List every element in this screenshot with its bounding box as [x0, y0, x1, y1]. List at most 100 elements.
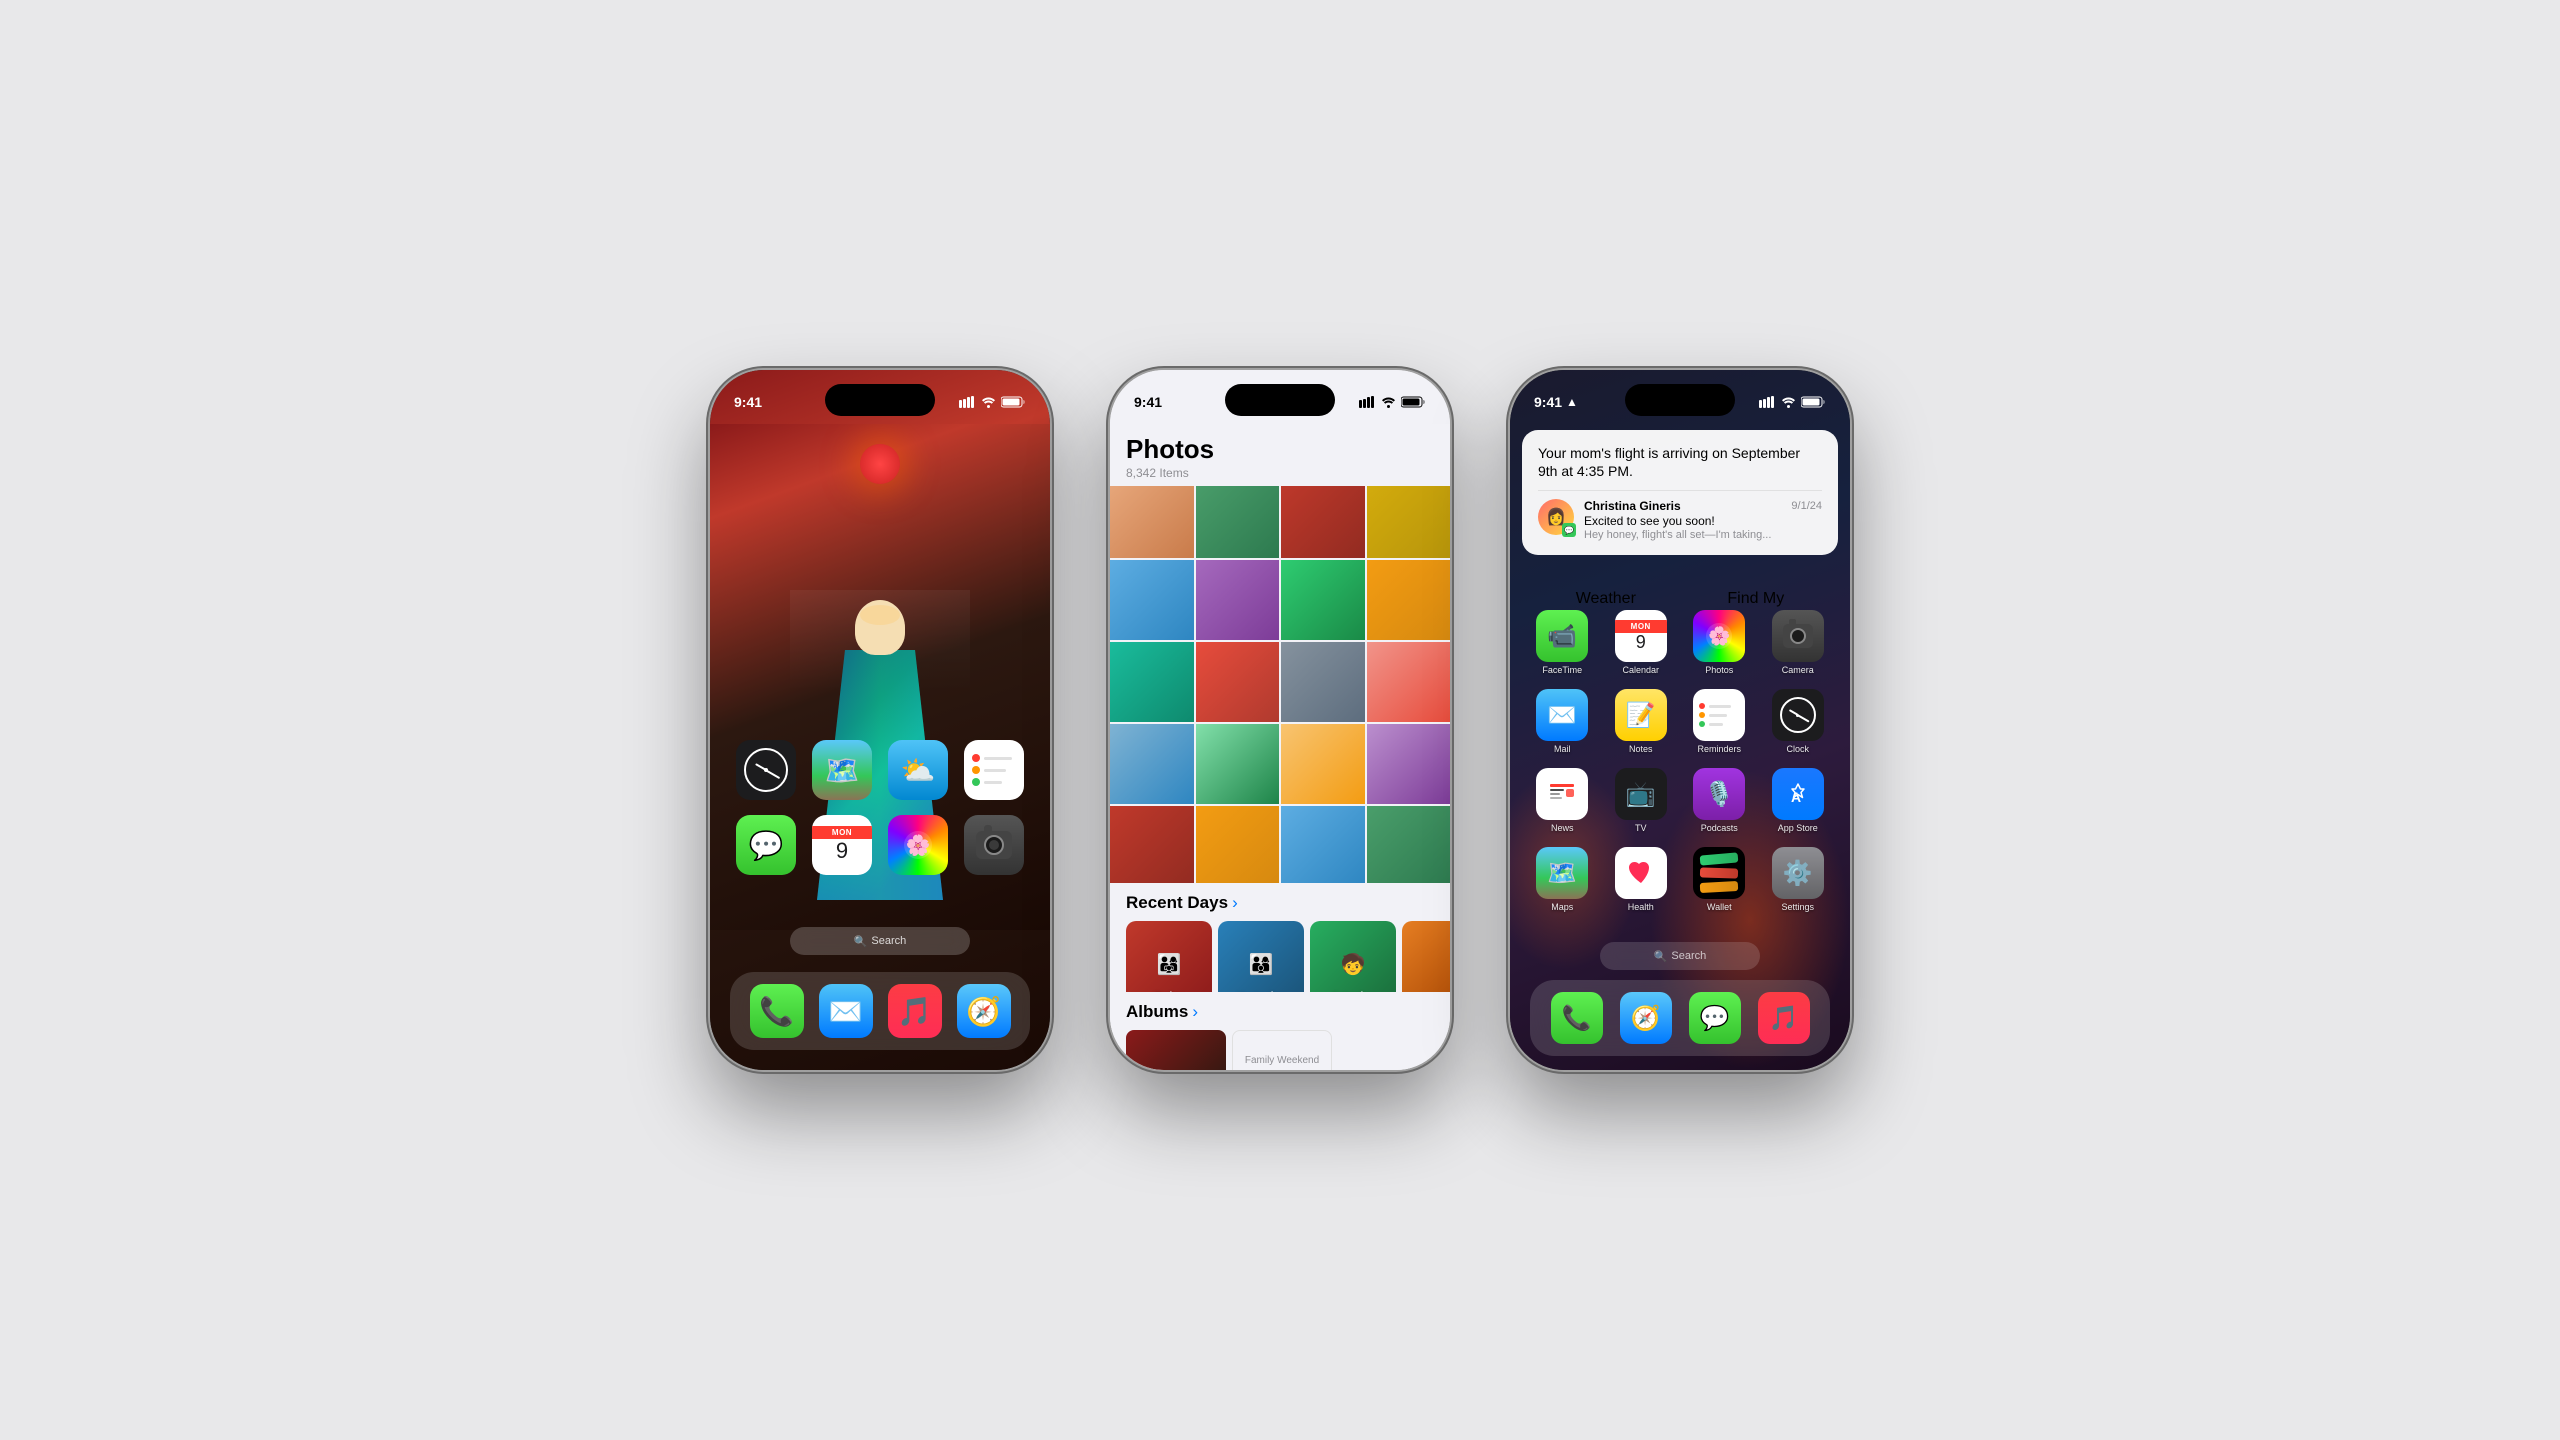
photo-cell-11[interactable]: [1281, 642, 1365, 722]
status-icons-2: [1359, 396, 1426, 408]
app-appstore-3[interactable]: A App Store: [1762, 768, 1835, 833]
photo-cell-18[interactable]: [1196, 806, 1280, 886]
app-facetime[interactable]: 📹 FaceTime: [1526, 610, 1599, 675]
photo-cell-15[interactable]: [1281, 724, 1365, 804]
dock-music-3[interactable]: 🎵: [1758, 992, 1810, 1044]
dock-music[interactable]: 🎵: [888, 984, 942, 1038]
dock-safari-3[interactable]: 🧭: [1620, 992, 1672, 1044]
photo-cell-2[interactable]: [1196, 478, 1280, 558]
dock-messages-3[interactable]: 💬: [1689, 992, 1741, 1044]
wallet-icon-3[interactable]: [1693, 847, 1745, 899]
maps-label: Maps: [1551, 902, 1573, 912]
app-notes-3[interactable]: 📝 Notes: [1605, 689, 1678, 754]
appletv-icon[interactable]: 📺: [1615, 768, 1667, 820]
dock-safari[interactable]: 🧭: [957, 984, 1011, 1038]
notification-card[interactable]: Your mom's flight is arriving on Septemb…: [1522, 430, 1838, 555]
photo-cell-13[interactable]: [1110, 724, 1194, 804]
photo-cell-10[interactable]: [1196, 642, 1280, 722]
reminders-icon-3[interactable]: [1693, 689, 1745, 741]
maps-icon[interactable]: 🗺️: [812, 740, 872, 800]
photo-cell-4[interactable]: [1367, 478, 1451, 558]
photos-icon[interactable]: 🌸: [888, 815, 948, 875]
search-bar-1[interactable]: 🔍 Search: [790, 927, 970, 955]
reminders-icon[interactable]: [964, 740, 1024, 800]
phone-icon[interactable]: 📞: [750, 984, 804, 1038]
reminder-dot-2: [972, 766, 980, 774]
calendar-icon[interactable]: MON 9: [812, 815, 872, 875]
podcasts-icon[interactable]: 🎙️: [1693, 768, 1745, 820]
dock-mail[interactable]: ✉️: [819, 984, 873, 1038]
photo-cell-12[interactable]: [1367, 642, 1451, 722]
app-reminders[interactable]: [964, 740, 1024, 800]
app-wallet-3[interactable]: Wallet: [1683, 847, 1756, 912]
clock-icon[interactable]: [736, 740, 796, 800]
photo-cell-17[interactable]: [1110, 806, 1194, 886]
phone2-screen: 9:41 Photos 8,342 Items 🔍 Select: [1110, 370, 1450, 1070]
settings-icon[interactable]: ⚙️: [1772, 847, 1824, 899]
photos-icon-3[interactable]: 🌸: [1693, 610, 1745, 662]
maps-icon-3[interactable]: 🗺️: [1536, 847, 1588, 899]
mail-icon[interactable]: ✉️: [819, 984, 873, 1038]
app-reminders-3[interactable]: Reminders: [1683, 689, 1756, 754]
camera-icon-3[interactable]: [1772, 610, 1824, 662]
app-health-3[interactable]: Health: [1605, 847, 1678, 912]
app-news-3[interactable]: News: [1526, 768, 1599, 833]
photo-cell-1[interactable]: [1110, 478, 1194, 558]
app-clock[interactable]: [736, 740, 796, 800]
dock-phone[interactable]: 📞: [750, 984, 804, 1038]
dock-phone-3[interactable]: 📞: [1551, 992, 1603, 1044]
app-maps-3[interactable]: 🗺️ Maps: [1526, 847, 1599, 912]
app-calendar[interactable]: MON 9: [812, 815, 872, 875]
messages-icon[interactable]: 💬: [736, 815, 796, 875]
photo-cell-3[interactable]: [1281, 478, 1365, 558]
wallet-label: Wallet: [1707, 902, 1732, 912]
app-appletv-3[interactable]: 📺 TV: [1605, 768, 1678, 833]
photo-grid: [1110, 478, 1450, 886]
search-icon-3: 🔍: [1654, 950, 1668, 963]
notif-main-text: Your mom's flight is arriving on Septemb…: [1538, 444, 1822, 480]
photo-cell-6[interactable]: [1196, 560, 1280, 640]
weather-icon[interactable]: ⛅: [888, 740, 948, 800]
photo-cell-5[interactable]: [1110, 560, 1194, 640]
calendar-icon-3[interactable]: MON 9: [1615, 610, 1667, 662]
notes-icon[interactable]: 📝: [1615, 689, 1667, 741]
messages-icon-3[interactable]: 💬: [1689, 992, 1741, 1044]
app-maps[interactable]: 🗺️: [812, 740, 872, 800]
photo-cell-9[interactable]: [1110, 642, 1194, 722]
app-podcasts-3[interactable]: 🎙️ Podcasts: [1683, 768, 1756, 833]
app-photos[interactable]: 🌸: [888, 815, 948, 875]
app-clock-3[interactable]: Clock: [1762, 689, 1835, 754]
news-icon-3[interactable]: [1536, 768, 1588, 820]
app-photos-3[interactable]: 🌸 Photos: [1683, 610, 1756, 675]
mail-label: Mail: [1554, 744, 1571, 754]
app-settings-3[interactable]: ⚙️ Settings: [1762, 847, 1835, 912]
photo-cell-20[interactable]: [1367, 806, 1451, 886]
health-icon-3[interactable]: [1615, 847, 1667, 899]
search-bar-3[interactable]: 🔍 Search: [1600, 942, 1760, 970]
mail-icon-3[interactable]: ✉️: [1536, 689, 1588, 741]
photo-cell-19[interactable]: [1281, 806, 1365, 886]
album-family[interactable]: [1126, 1030, 1226, 1070]
app-weather[interactable]: ⛅: [888, 740, 948, 800]
photo-cell-14[interactable]: [1196, 724, 1280, 804]
appstore-icon[interactable]: A: [1772, 768, 1824, 820]
camera-icon[interactable]: [964, 815, 1024, 875]
facetime-icon[interactable]: 📹: [1536, 610, 1588, 662]
clock-icon-3[interactable]: [1772, 689, 1824, 741]
photo-cell-7[interactable]: [1281, 560, 1365, 640]
app-mail-3[interactable]: ✉️ Mail: [1526, 689, 1599, 754]
safari-icon[interactable]: 🧭: [957, 984, 1011, 1038]
music-icon[interactable]: 🎵: [888, 984, 942, 1038]
phone-icon-3[interactable]: 📞: [1551, 992, 1603, 1044]
photos-label: Photos: [1705, 665, 1733, 675]
app-camera[interactable]: [964, 815, 1024, 875]
cal-day-3: 9: [1636, 633, 1646, 653]
music-icon-3[interactable]: 🎵: [1758, 992, 1810, 1044]
photo-cell-16[interactable]: [1367, 724, 1451, 804]
app-row-1: 💬 MON 9 🌸: [728, 815, 1032, 875]
safari-icon-3[interactable]: 🧭: [1620, 992, 1672, 1044]
app-camera-3[interactable]: Camera: [1762, 610, 1835, 675]
app-calendar-3[interactable]: MON 9 Calendar: [1605, 610, 1678, 675]
photo-cell-8[interactable]: [1367, 560, 1451, 640]
app-messages[interactable]: 💬: [736, 815, 796, 875]
